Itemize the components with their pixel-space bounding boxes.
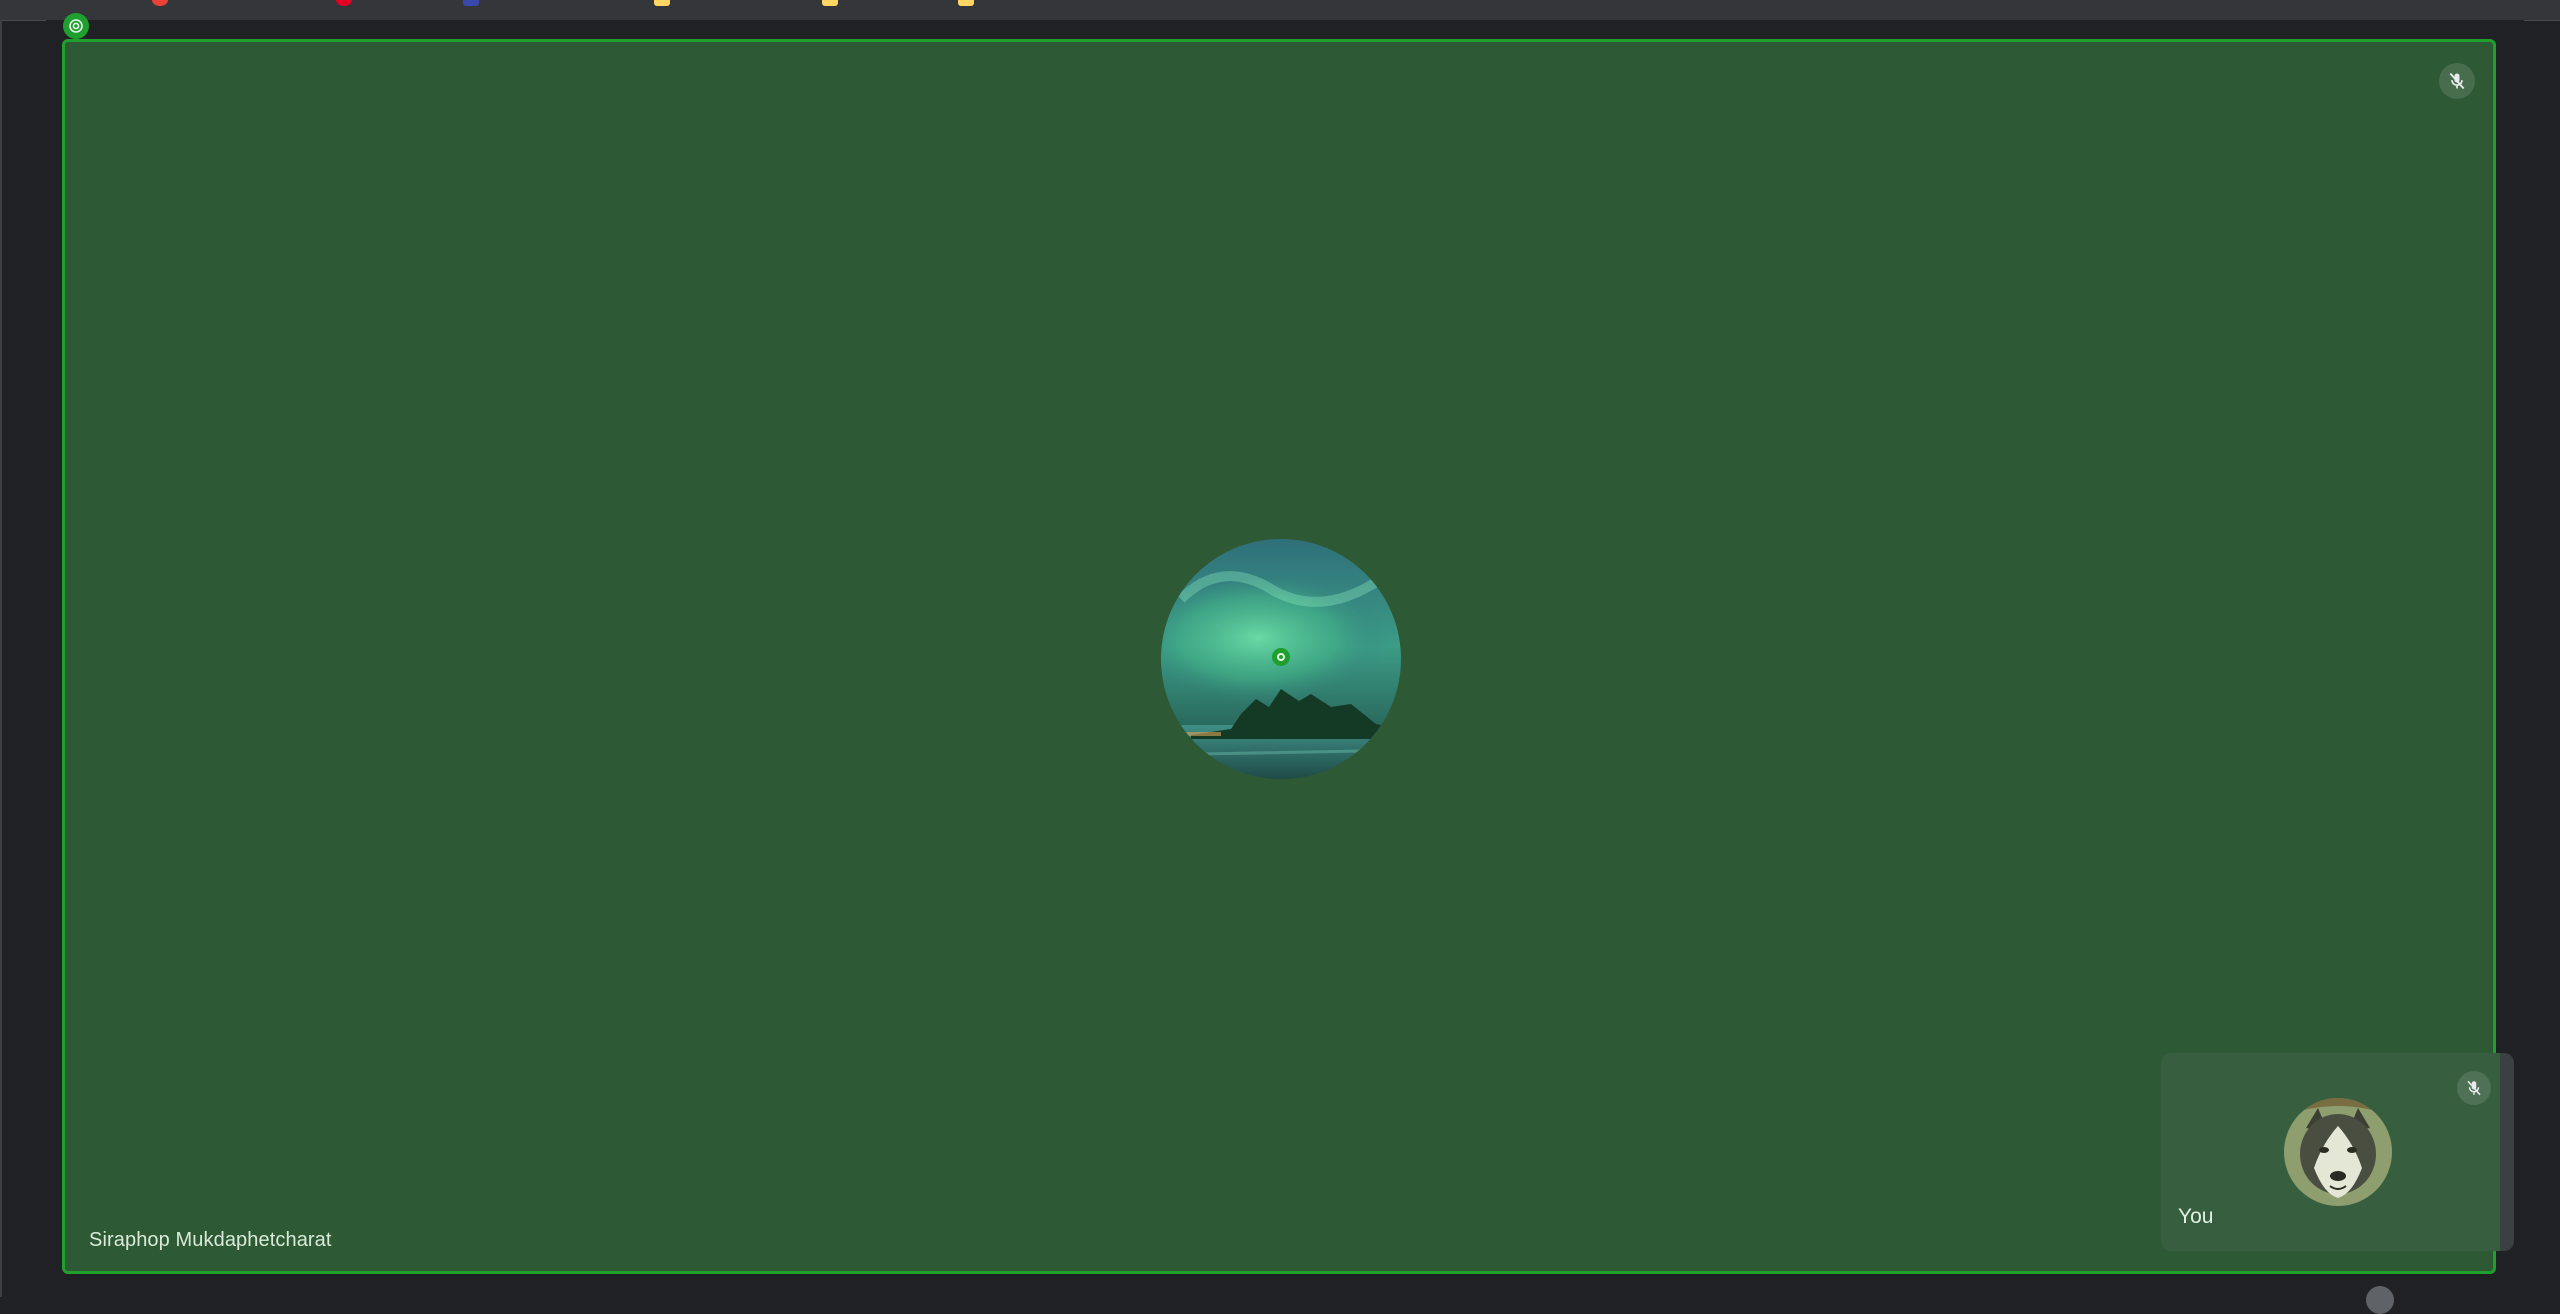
active-speaker-name: Siraphop Mukdaphetcharat [89, 1229, 332, 1251]
self-view-label: You [2178, 1205, 2214, 1228]
bookmark-folder-icon[interactable] [958, 0, 974, 6]
focus-indicator-icon [1272, 648, 1290, 666]
bookmark-folder-icon[interactable] [654, 0, 670, 6]
bookmark-pinterest-icon[interactable] [336, 0, 352, 6]
bookmark-folder-icon[interactable] [822, 0, 838, 6]
self-microphone-muted-icon [2457, 1071, 2491, 1105]
bookmarks-bar [0, 0, 2560, 21]
self-avatar-husky [2284, 1098, 2392, 1206]
bookmark-blue-icon[interactable] [463, 0, 479, 6]
window-edge [0, 20, 2, 1297]
microphone-muted-icon [2439, 63, 2475, 99]
bookmark-red-circle-icon[interactable] [152, 0, 168, 6]
self-view-tile-edge [2500, 1053, 2514, 1251]
speaking-indicator-icon [63, 13, 89, 39]
overflow-indicator-icon [2366, 1286, 2394, 1314]
